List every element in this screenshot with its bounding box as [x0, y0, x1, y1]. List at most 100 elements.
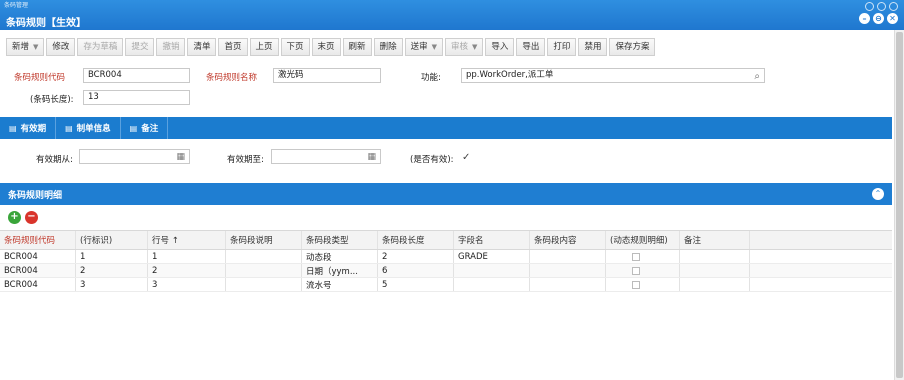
search-icon[interactable]: ⌕	[754, 70, 760, 82]
rule-name-input[interactable]: 激光码	[273, 68, 381, 83]
table-cell[interactable]	[226, 278, 302, 291]
top-close-icon[interactable]	[889, 2, 898, 11]
toolbar-button[interactable]: 导入	[485, 38, 515, 56]
valid-to-label: 有效期至:	[227, 155, 264, 165]
table-row[interactable]: BCR004 1 1 动态段 2 GRADE	[0, 250, 892, 264]
grid-icon: ▤	[65, 123, 73, 133]
tab-0[interactable]: ▤ 有效期	[0, 117, 57, 139]
toolbar-button[interactable]: 修改	[46, 38, 76, 56]
column-header[interactable]: 字段名	[454, 231, 530, 249]
scroll-thumb[interactable]	[896, 32, 903, 378]
toolbar-button[interactable]: 提交	[125, 38, 155, 56]
is-active-label: (是否有效):	[410, 155, 454, 165]
table-cell[interactable]: 1	[148, 250, 226, 263]
table-cell[interactable]: GRADE	[454, 250, 530, 263]
chevron-down-icon[interactable]: ▼	[33, 39, 38, 55]
table-cell[interactable]: 日期（yym...	[302, 264, 378, 277]
column-header[interactable]: 条码规则代码	[0, 231, 76, 249]
rule-code-input[interactable]: BCR004	[83, 68, 190, 83]
table-cell-checkbox[interactable]	[606, 250, 680, 263]
toolbar-button[interactable]: 删除	[373, 38, 403, 56]
is-active-checkbox[interactable]: ✓	[462, 152, 470, 163]
minimize-icon[interactable]: –	[859, 13, 870, 24]
toolbar-button-label: 导出	[522, 42, 540, 52]
toolbar-button[interactable]: 禁用	[578, 38, 608, 56]
toolbar-button[interactable]: 清单	[187, 38, 217, 56]
toolbar-button[interactable]: 审核 ▼	[444, 38, 484, 56]
table-cell[interactable]: BCR004	[0, 250, 76, 263]
top-maximize-icon[interactable]	[877, 2, 886, 11]
restore-icon[interactable]: ⊖	[873, 13, 884, 24]
table-cell[interactable]: 5	[378, 278, 454, 291]
toolbar-button[interactable]: 首页	[218, 38, 248, 56]
table-cell[interactable]	[530, 278, 606, 291]
top-minimize-icon[interactable]	[865, 2, 874, 11]
dynamic-rule-checkbox[interactable]	[632, 280, 640, 289]
toolbar-button[interactable]: 下页	[280, 38, 310, 56]
tab-2[interactable]: ▤ 备注	[121, 117, 169, 139]
table-row[interactable]: BCR004 2 2 日期（yym... 6	[0, 264, 892, 278]
table-cell[interactable]: 3	[148, 278, 226, 291]
tab-label: 备注	[141, 124, 159, 134]
table-cell[interactable]	[680, 250, 750, 263]
valid-from-input[interactable]: ▦	[79, 149, 190, 164]
vertical-scrollbar[interactable]	[894, 30, 904, 380]
table-cell[interactable]: 动态段	[302, 250, 378, 263]
chevron-down-icon[interactable]: ▼	[472, 39, 477, 55]
close-icon[interactable]: ✕	[887, 13, 898, 24]
table-cell[interactable]: 3	[76, 278, 148, 291]
column-header[interactable]: 行号 ↑	[148, 231, 226, 249]
table-cell-checkbox[interactable]	[606, 278, 680, 291]
dynamic-rule-checkbox[interactable]	[632, 266, 640, 275]
table-cell[interactable]: BCR004	[0, 278, 76, 291]
table-cell[interactable]: BCR004	[0, 264, 76, 277]
toolbar-button[interactable]: 导出	[516, 38, 546, 56]
collapse-icon[interactable]: ⌃	[872, 188, 884, 200]
table-cell[interactable]: 2	[76, 264, 148, 277]
toolbar-button[interactable]: 保存方案	[609, 38, 656, 56]
window-title: 条码规则【生效】	[6, 18, 86, 29]
chevron-down-icon[interactable]: ▼	[432, 39, 437, 55]
delete-row-button[interactable]: −	[25, 211, 38, 224]
column-header[interactable]: (动态规则明细)	[606, 231, 680, 249]
toolbar-button[interactable]: 打印	[547, 38, 577, 56]
column-header[interactable]: 备注	[680, 231, 750, 249]
toolbar-button[interactable]: 存为草稿	[77, 38, 124, 56]
table-row[interactable]: BCR004 3 3 流水号 5	[0, 278, 892, 292]
valid-to-input[interactable]: ▦	[271, 149, 381, 164]
toolbar-button[interactable]: 新增 ▼	[6, 38, 45, 56]
table-cell[interactable]	[530, 264, 606, 277]
toolbar-button[interactable]: 送审 ▼	[404, 38, 443, 56]
barcode-length-input[interactable]: 13	[83, 90, 190, 105]
dynamic-rule-checkbox[interactable]	[632, 252, 640, 261]
table-cell[interactable]: 2	[148, 264, 226, 277]
tab-label: 有效期	[20, 124, 47, 134]
table-cell[interactable]	[680, 278, 750, 291]
column-header[interactable]: 条码段类型	[302, 231, 378, 249]
table-cell-checkbox[interactable]	[606, 264, 680, 277]
table-cell[interactable]: 6	[378, 264, 454, 277]
toolbar-button[interactable]: 末页	[311, 38, 341, 56]
table-cell[interactable]	[454, 264, 530, 277]
toolbar-button[interactable]: 撤销	[156, 38, 186, 56]
column-header[interactable]: 条码段长度	[378, 231, 454, 249]
toolbar-button-label: 下页	[286, 42, 304, 52]
column-header[interactable]: 条码段说明	[226, 231, 302, 249]
function-input[interactable]: pp.WorkOrder,派工单 ⌕	[461, 68, 765, 83]
table-cell[interactable]: 1	[76, 250, 148, 263]
column-header[interactable]: 条码段内容	[530, 231, 606, 249]
toolbar-button[interactable]: 上页	[249, 38, 279, 56]
calendar-icon[interactable]: ▦	[367, 151, 376, 163]
tab-1[interactable]: ▤ 制单信息	[56, 117, 121, 139]
table-cell[interactable]: 流水号	[302, 278, 378, 291]
table-cell[interactable]: 2	[378, 250, 454, 263]
table-cell[interactable]	[530, 250, 606, 263]
table-cell[interactable]	[226, 250, 302, 263]
table-cell[interactable]	[226, 264, 302, 277]
column-header[interactable]: (行标识)	[76, 231, 148, 249]
add-row-button[interactable]: +	[8, 211, 21, 224]
calendar-icon[interactable]: ▦	[176, 151, 185, 163]
toolbar-button[interactable]: 刷新	[342, 38, 372, 56]
table-cell[interactable]	[454, 278, 530, 291]
table-cell[interactable]	[680, 264, 750, 277]
